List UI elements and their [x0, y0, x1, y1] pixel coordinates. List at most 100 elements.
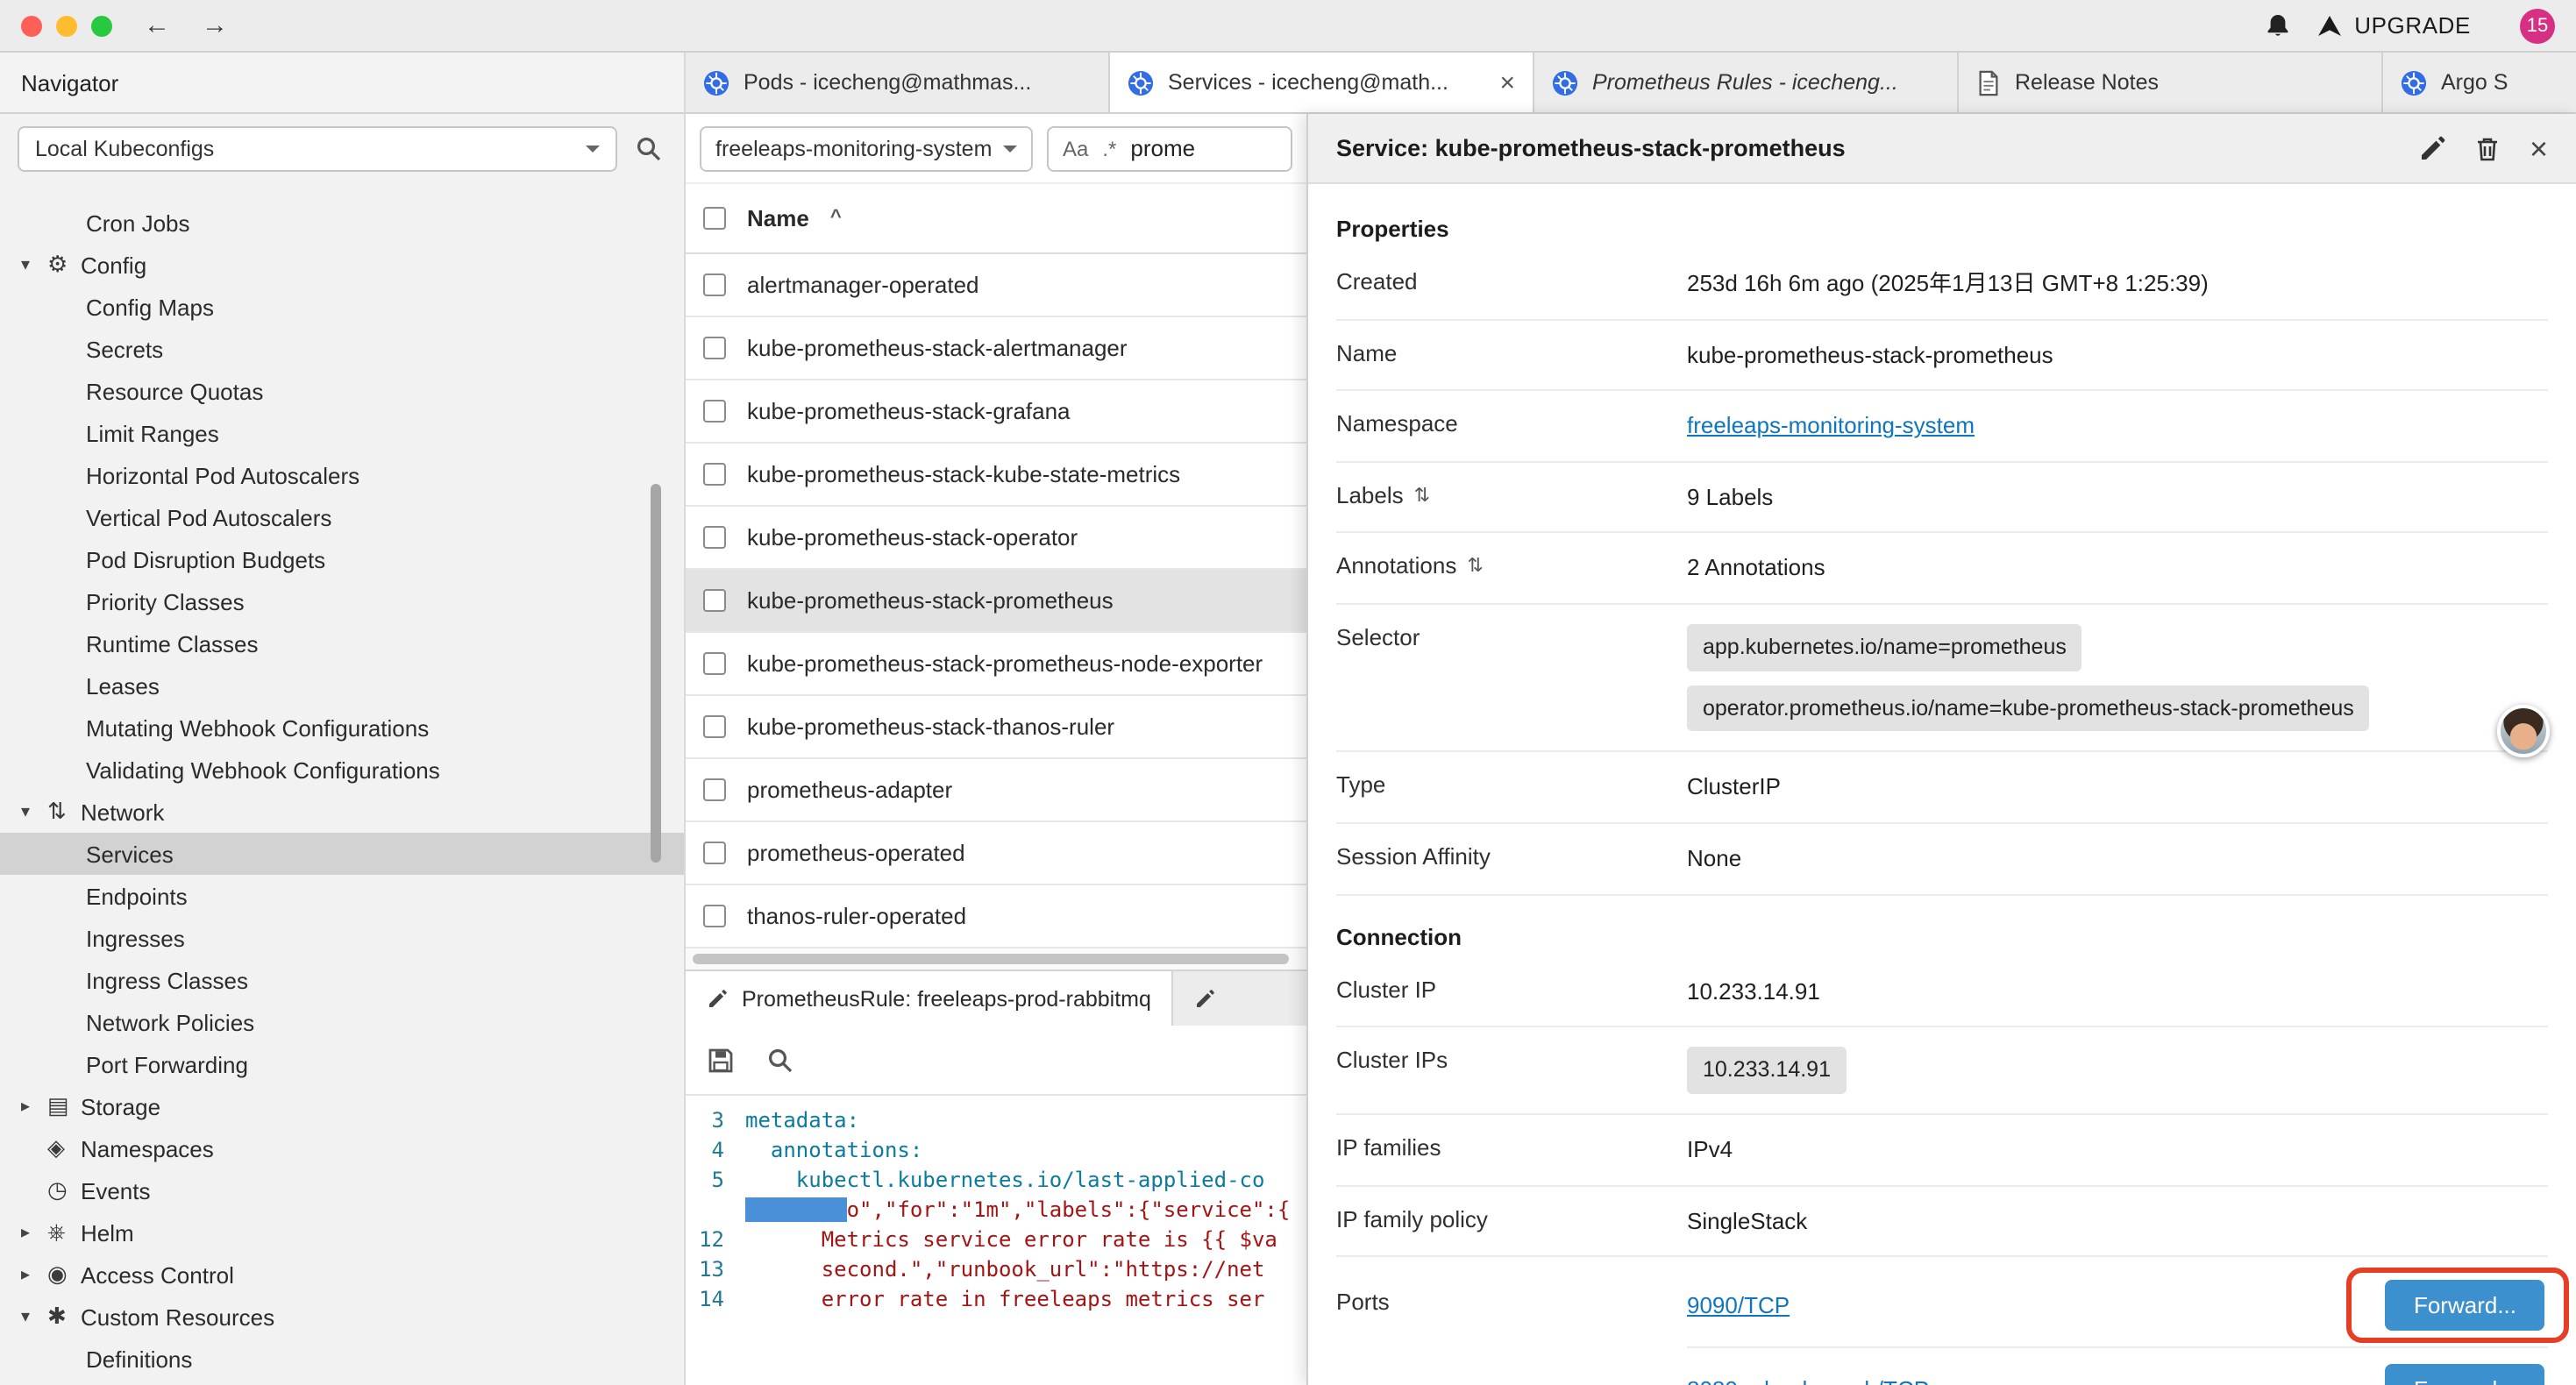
- table-row[interactable]: kube-prometheus-stack-prometheus-node-ex…: [686, 633, 1306, 696]
- port-link[interactable]: 9090/TCP: [1687, 1292, 1790, 1318]
- sidebar-item[interactable]: Runtime Classes: [0, 622, 684, 664]
- sidebar-item[interactable]: Ingress Classes: [0, 959, 684, 1001]
- sidebar-item[interactable]: Limit Ranges: [0, 412, 684, 454]
- editor-line[interactable]: 5 kubectl.kubernetes.io/last-applied-co: [686, 1166, 1306, 1196]
- search-input[interactable]: [1130, 135, 1235, 161]
- namespace-filter-dropdown[interactable]: freeleaps-monitoring-system: [700, 125, 1033, 171]
- maximize-window-button[interactable]: [91, 15, 112, 36]
- sidebar-item[interactable]: Custom Resources: [0, 1296, 684, 1338]
- match-case-toggle[interactable]: Aa: [1063, 136, 1088, 160]
- row-checkbox[interactable]: [703, 842, 726, 864]
- table-row[interactable]: kube-prometheus-stack-alertmanager: [686, 317, 1306, 380]
- sidebar-item[interactable]: Services: [0, 833, 684, 875]
- sidebar-item[interactable]: Cron Jobs: [0, 202, 684, 244]
- notification-badge[interactable]: 15: [2520, 8, 2555, 43]
- expand-arrow-icon[interactable]: [21, 1223, 47, 1242]
- sidebar-item[interactable]: Pod Disruption Budgets: [0, 538, 684, 580]
- editor-line[interactable]: 13 second.","runbook_url":"https://net: [686, 1255, 1306, 1285]
- expand-arrow-icon[interactable]: [21, 255, 47, 274]
- row-checkbox[interactable]: [703, 652, 726, 675]
- tab-release-notes[interactable]: Release Notes: [1959, 53, 2383, 112]
- table-row[interactable]: kube-prometheus-stack-grafana: [686, 380, 1306, 444]
- edit-pencil-icon[interactable]: [2419, 134, 2447, 162]
- sidebar-item[interactable]: Ingresses: [0, 917, 684, 959]
- tab-pods[interactable]: Pods - icecheng@mathmas...: [686, 53, 1110, 112]
- namespace-link[interactable]: freeleaps-monitoring-system: [1687, 412, 1975, 438]
- sidebar-item[interactable]: Vertical Pod Autoscalers: [0, 496, 684, 538]
- expand-collapse-icon[interactable]: ⇅: [1414, 483, 1430, 506]
- close-drawer-icon[interactable]: ×: [2530, 132, 2548, 164]
- kubeconfig-dropdown[interactable]: Local Kubeconfigs: [18, 126, 617, 172]
- table-row[interactable]: prometheus-adapter: [686, 759, 1306, 822]
- expand-arrow-icon[interactable]: [21, 1097, 47, 1116]
- sidebar-item[interactable]: Helm: [0, 1211, 684, 1254]
- sidebar-item[interactable]: Config Maps: [0, 286, 684, 328]
- row-checkbox[interactable]: [703, 463, 726, 486]
- back-arrow-icon[interactable]: ←: [144, 12, 170, 39]
- editor-search-icon[interactable]: [766, 1046, 794, 1074]
- sidebar-scrollbar[interactable]: [651, 484, 661, 863]
- editor-line[interactable]: 12 Metrics service error rate is {{ $va: [686, 1225, 1306, 1255]
- select-all-checkbox[interactable]: [703, 207, 726, 230]
- sidebar-item[interactable]: Events: [0, 1169, 684, 1211]
- delete-trash-icon[interactable]: [2475, 134, 2501, 162]
- sidebar-item[interactable]: Leases: [0, 664, 684, 707]
- forward-arrow-icon[interactable]: →: [202, 12, 228, 39]
- horizontal-scrollbar[interactable]: [686, 948, 1306, 970]
- expand-arrow-icon[interactable]: [21, 1265, 47, 1284]
- regex-toggle[interactable]: .*: [1102, 136, 1116, 160]
- editor-line[interactable]: o","for":"1m","labels":{"service":{: [686, 1196, 1306, 1225]
- sidebar-search-icon[interactable]: [635, 135, 663, 163]
- bell-icon[interactable]: [2263, 11, 2291, 39]
- row-checkbox[interactable]: [703, 273, 726, 296]
- sidebar-item[interactable]: Access Control: [0, 1254, 684, 1296]
- close-window-button[interactable]: [21, 15, 42, 36]
- row-checkbox[interactable]: [703, 905, 726, 927]
- row-checkbox[interactable]: [703, 715, 726, 738]
- table-row[interactable]: alertmanager-operated: [686, 254, 1306, 317]
- editor-line[interactable]: 3metadata:: [686, 1106, 1306, 1136]
- upgrade-button[interactable]: UPGRADE: [2316, 12, 2471, 39]
- table-row[interactable]: thanos-ruler-operated: [686, 885, 1306, 948]
- sidebar-item[interactable]: Validating Webhook Configurations: [0, 749, 684, 791]
- sidebar-item[interactable]: Resource Quotas: [0, 370, 684, 412]
- sidebar-item[interactable]: Config: [0, 244, 684, 286]
- name-column-header[interactable]: Name: [747, 205, 809, 231]
- sidebar-item[interactable]: Network Policies: [0, 1001, 684, 1043]
- row-checkbox[interactable]: [703, 400, 726, 423]
- editor-line[interactable]: 14 error rate in freeleaps metrics ser: [686, 1285, 1306, 1315]
- row-checkbox[interactable]: [703, 589, 726, 612]
- expand-arrow-icon[interactable]: [21, 802, 47, 821]
- tab-services[interactable]: Services - icecheng@math... ×: [1110, 53, 1534, 112]
- row-checkbox[interactable]: [703, 526, 726, 549]
- table-row[interactable]: kube-prometheus-stack-kube-state-metrics: [686, 444, 1306, 507]
- minimize-window-button[interactable]: [56, 15, 77, 36]
- editor-line[interactable]: 4 annotations:: [686, 1136, 1306, 1166]
- sort-ascending-icon[interactable]: ^: [830, 206, 842, 227]
- sidebar-item[interactable]: Storage: [0, 1085, 684, 1127]
- dock-tab-partial[interactable]: [1174, 971, 1306, 1026]
- labels-count[interactable]: 9 Labels: [1687, 481, 2548, 512]
- sidebar-item[interactable]: Horizontal Pod Autoscalers: [0, 454, 684, 496]
- row-checkbox[interactable]: [703, 337, 726, 359]
- expand-arrow-icon[interactable]: [21, 1307, 47, 1326]
- close-tab-icon[interactable]: ×: [1499, 67, 1515, 97]
- table-row[interactable]: kube-prometheus-stack-operator: [686, 507, 1306, 570]
- sidebar-item[interactable]: Network: [0, 791, 684, 833]
- sidebar-item[interactable]: Mutating Webhook Configurations: [0, 707, 684, 749]
- tab-argo[interactable]: Argo S: [2383, 53, 2576, 112]
- sidebar-item[interactable]: Secrets: [0, 328, 684, 370]
- forward-button[interactable]: Forward...: [2386, 1364, 2544, 1385]
- dock-tab-prometheusrule[interactable]: PrometheusRule: freeleaps-prod-rabbitmq: [686, 971, 1174, 1026]
- sidebar-item[interactable]: Port Forwarding: [0, 1043, 684, 1085]
- table-row[interactable]: kube-prometheus-stack-prometheus: [686, 570, 1306, 633]
- sidebar-item[interactable]: Namespaces: [0, 1127, 684, 1169]
- save-icon[interactable]: [707, 1046, 735, 1074]
- yaml-editor[interactable]: 3metadata:4 annotations:5 kubectl.kubern…: [686, 1096, 1306, 1385]
- sidebar-item[interactable]: Priority Classes: [0, 580, 684, 622]
- user-avatar[interactable]: [2497, 705, 2550, 757]
- tab-prometheus-rules[interactable]: Prometheus Rules - icecheng...: [1534, 53, 1959, 112]
- row-checkbox[interactable]: [703, 778, 726, 801]
- table-row[interactable]: kube-prometheus-stack-thanos-ruler: [686, 696, 1306, 759]
- expand-collapse-icon[interactable]: ⇅: [1467, 554, 1483, 577]
